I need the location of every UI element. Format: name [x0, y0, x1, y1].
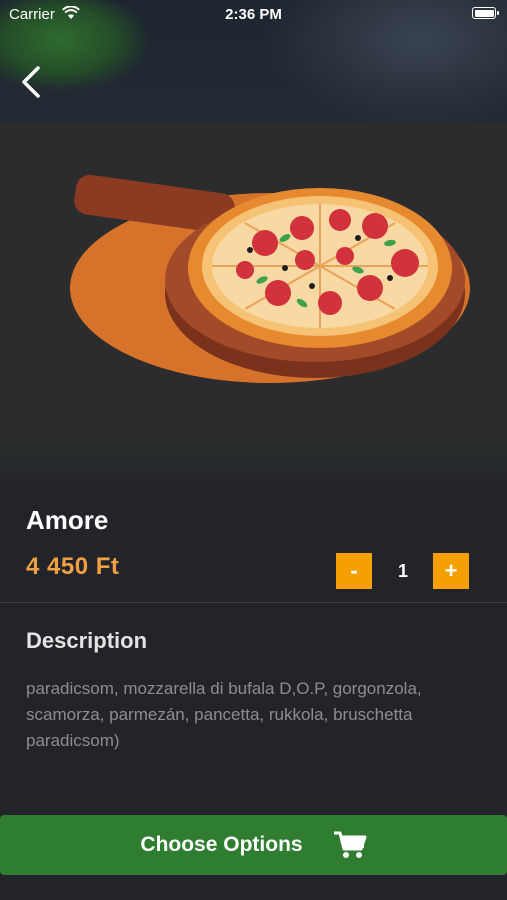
- product-hero-image: [0, 0, 507, 480]
- choose-options-label: Choose Options: [140, 833, 303, 856]
- cart-icon: [333, 831, 367, 858]
- product-title: Amore: [26, 505, 109, 535]
- pizza-illustration: [70, 174, 470, 383]
- status-time: 2:36 PM: [225, 6, 282, 23]
- section-divider: [0, 602, 507, 603]
- quantity-increment-button[interactable]: +: [433, 553, 469, 589]
- back-button[interactable]: [14, 62, 54, 102]
- hero-bottom-background: [0, 438, 507, 480]
- quantity-decrement-button[interactable]: -: [336, 553, 372, 589]
- choose-options-button[interactable]: Choose Options: [0, 815, 507, 875]
- quantity-value: 1: [397, 561, 408, 581]
- description-text: paradicsom, mozzarella di bufala D,O.P, …: [26, 679, 422, 750]
- description-heading: Description: [26, 628, 148, 653]
- product-price: 4 450 Ft: [26, 553, 120, 580]
- battery-icon: [472, 7, 499, 19]
- chevron-left-icon: [22, 66, 40, 98]
- status-bar: Carrier 2:36 PM: [0, 0, 507, 28]
